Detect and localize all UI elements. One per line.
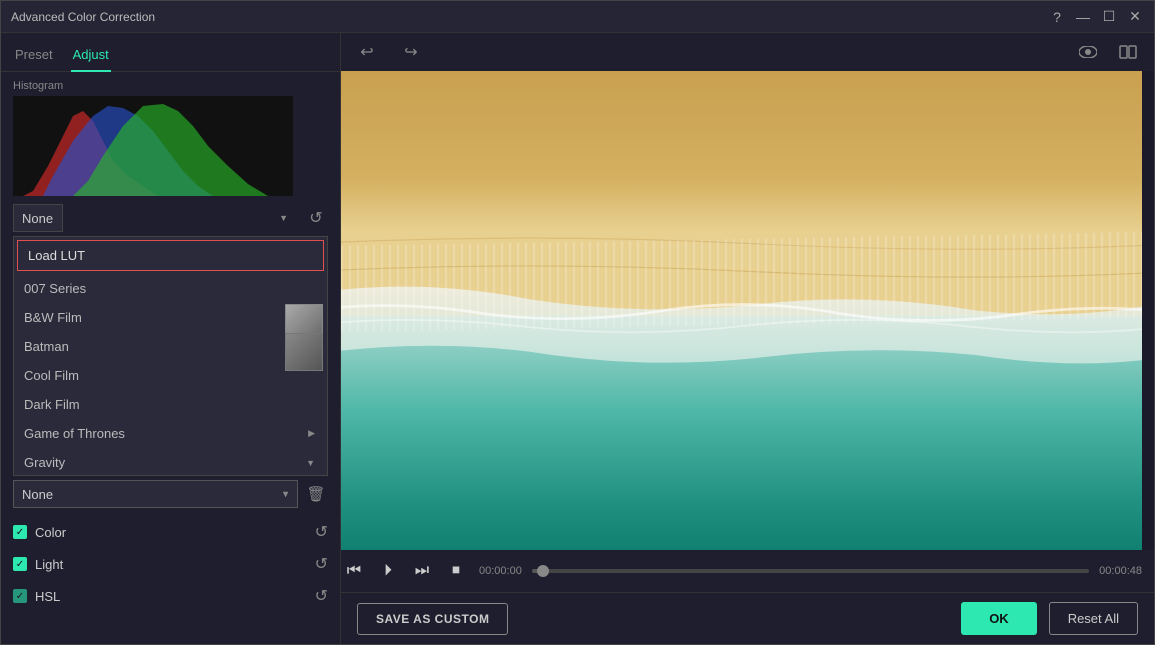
lut-dropdown-wrapper: None (13, 204, 296, 232)
dark-film-label: Dark Film (24, 397, 80, 412)
video-svg (341, 71, 1142, 550)
title-bar-left: Advanced Color Correction (11, 10, 155, 24)
eye-button[interactable] (1074, 38, 1102, 66)
none-select-wrapper: None ▼ (13, 480, 298, 508)
light-label: Light (35, 557, 307, 572)
none-select-row: None ▼ 🗑 (1, 476, 340, 512)
ok-button[interactable]: OK (961, 602, 1037, 635)
list-row-dark-film: Dark Film (14, 390, 327, 419)
hsl-reset-btn[interactable]: ↺ (315, 586, 328, 606)
redo-button[interactable]: ↪ (397, 38, 425, 66)
list-item-007-series[interactable]: 007 Series (14, 274, 327, 303)
lut-reset-button[interactable]: ↺ (304, 206, 328, 230)
list-row-got: Game of Thrones ▶ (14, 419, 327, 448)
reset-all-button[interactable]: Reset All (1049, 602, 1138, 635)
color-adjust-row: Color ↺ (1, 516, 340, 548)
histogram-section: Histogram (1, 72, 340, 200)
007-series-label: 007 Series (24, 281, 86, 296)
tab-preset[interactable]: Preset (13, 41, 55, 72)
list-item-cool-film[interactable]: Cool Film (14, 361, 327, 390)
list-row-batman: Batman (14, 332, 327, 361)
video-container (341, 71, 1154, 550)
lut-dropdown[interactable]: None (13, 204, 63, 232)
list-row-cool-film: Cool Film (14, 361, 327, 390)
stop-button[interactable]: ⏹ (443, 558, 469, 584)
title-bar: Advanced Color Correction ? — ☐ ✕ (1, 1, 1154, 33)
bw-film-label: B&W Film (24, 310, 82, 325)
got-expand-icon: ▶ (308, 428, 315, 439)
gravity-label: Gravity (24, 455, 65, 470)
minimize-button[interactable]: — (1074, 8, 1092, 26)
toolbar-right (1074, 38, 1142, 66)
tab-adjust[interactable]: Adjust (71, 41, 111, 72)
hsl-adjust-row: HSL ↺ (1, 580, 340, 612)
load-lut-label: Load LUT (28, 248, 85, 263)
hsl-label: HSL (35, 589, 307, 604)
tabs-bar: Preset Adjust (1, 33, 340, 72)
cool-film-label: Cool Film (24, 368, 79, 383)
lut-list: Load LUT 007 Series B&W Film (13, 236, 328, 476)
action-bar: SAVE AS CUSTOM OK Reset All (341, 592, 1154, 644)
list-item-load-lut[interactable]: Load LUT (17, 240, 324, 271)
play-controls: ⏮ ⏵ ⏭ ⏹ (341, 558, 469, 584)
lut-dropdown-area: None ↺ (1, 200, 340, 236)
histogram-canvas (13, 96, 293, 196)
compare-button[interactable] (1114, 38, 1142, 66)
light-adjust-row: Light ↺ (1, 548, 340, 580)
list-row-bw-film: B&W Film (14, 303, 327, 332)
light-reset-btn[interactable]: ↺ (315, 554, 328, 574)
light-checkbox[interactable] (13, 557, 27, 571)
none-select[interactable]: None (13, 480, 298, 508)
action-right: OK Reset All (961, 602, 1138, 635)
list-item-bw-film[interactable]: B&W Film (14, 303, 327, 332)
dropdown-list-wrapper: Load LUT 007 Series B&W Film (13, 236, 328, 476)
play-pause-button[interactable]: ⏵ (375, 558, 401, 584)
color-reset-btn[interactable]: ↺ (315, 522, 328, 542)
hsl-checkbox[interactable] (13, 589, 27, 603)
list-item-gravity[interactable]: Gravity ▼ (14, 448, 327, 476)
close-button[interactable]: ✕ (1126, 8, 1144, 26)
dropdown-list-container: Load LUT 007 Series B&W Film (1, 236, 340, 476)
step-forward-button[interactable]: ⏭ (409, 558, 435, 584)
list-item-dark-film[interactable]: Dark Film (14, 390, 327, 419)
color-checkbox[interactable] (13, 525, 27, 539)
maximize-button[interactable]: ☐ (1100, 8, 1118, 26)
playback-bar: ⏮ ⏵ ⏭ ⏹ 00:00:00 00:00:48 (341, 550, 1154, 592)
list-item-game-of-thrones[interactable]: Game of Thrones ▶ (14, 419, 327, 448)
title-bar-controls: ? — ☐ ✕ (1048, 8, 1144, 26)
progress-thumb (537, 565, 549, 577)
delete-button[interactable]: 🗑 (304, 482, 328, 506)
video-frame (341, 71, 1142, 550)
gravity-expand-icon: ▼ (306, 458, 315, 468)
step-back-button[interactable]: ⏮ (341, 558, 367, 584)
window-title: Advanced Color Correction (11, 10, 155, 24)
histogram-label: Histogram (13, 80, 328, 92)
list-row-007: 007 Series (14, 274, 327, 303)
batman-label: Batman (24, 339, 69, 354)
adjustments-section: Color ↺ Light ↺ HSL ↺ (1, 512, 340, 616)
video-toolbar: ↩ ↪ (341, 33, 1154, 71)
progress-bar[interactable] (532, 569, 1089, 573)
time-total: 00:00:48 (1099, 565, 1142, 577)
list-row-gravity: Gravity ▼ (14, 448, 327, 476)
left-panel: Preset Adjust Histogram (1, 33, 341, 644)
save-custom-button[interactable]: SAVE AS CUSTOM (357, 603, 508, 635)
app-window: Advanced Color Correction ? — ☐ ✕ Preset… (0, 0, 1155, 645)
undo-button[interactable]: ↩ (353, 38, 381, 66)
color-label: Color (35, 525, 307, 540)
right-panel: ↩ ↪ (341, 33, 1154, 644)
help-button[interactable]: ? (1048, 8, 1066, 26)
list-item-batman[interactable]: Batman (14, 332, 327, 361)
time-current: 00:00:00 (479, 565, 522, 577)
got-label: Game of Thrones (24, 426, 125, 441)
main-content: Preset Adjust Histogram (1, 33, 1154, 644)
